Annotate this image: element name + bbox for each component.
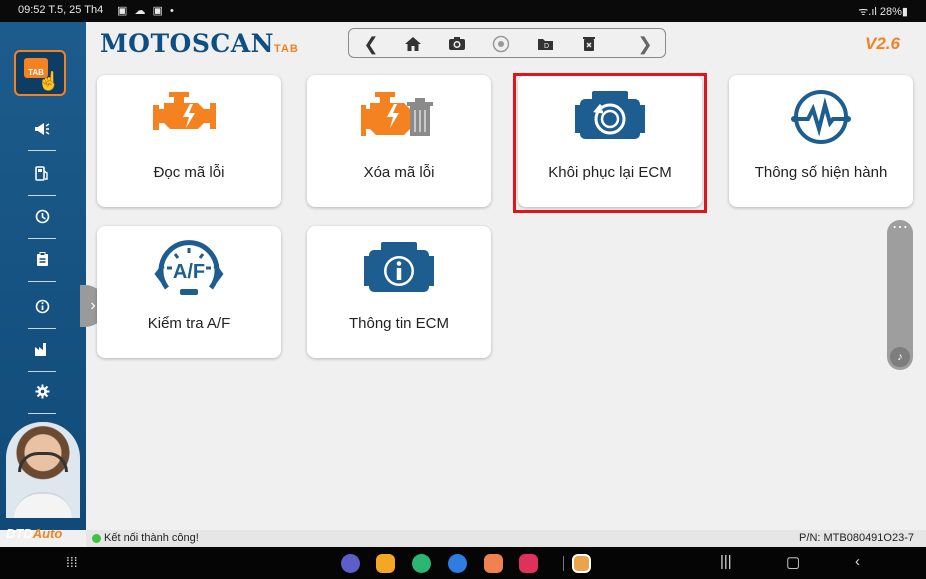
home-icon[interactable] (399, 31, 427, 57)
floating-panel-tab[interactable]: ⋯ ♪ (887, 220, 913, 370)
connection-message: Kết nối thành công! (104, 532, 199, 544)
engine-check-icon (150, 89, 228, 144)
sidebar-fuel-icon[interactable] (24, 164, 60, 196)
connection-status-bar: Kết nối thành công! P/N: MTB080491O23-7 (86, 530, 926, 547)
card-af-check[interactable]: A/F Kiểm tra A/F (97, 226, 281, 358)
camera-icon[interactable] (443, 31, 471, 57)
dtd-auto-logo: DTDAuto (6, 526, 62, 541)
status-time: 09:52 T.5, 25 Th4 (18, 4, 103, 16)
sidebar: TAB ☝ DTDAuto (0, 22, 86, 541)
battery-signal: ᯤ.ıl 28%▮ (858, 6, 908, 18)
support-agent-avatar[interactable] (6, 422, 80, 518)
motoscan-tab-logo[interactable]: TAB ☝ (14, 50, 66, 96)
ecm-info-icon (363, 240, 435, 301)
home-button-icon[interactable]: ▢ (786, 553, 800, 571)
app-drawer-icon[interactable]: ⁞⁞⁞ (66, 554, 78, 570)
card-live-data[interactable]: Thông số hiện hành (729, 75, 913, 207)
app-icon-contacts[interactable] (484, 554, 503, 573)
sidebar-gear-icon[interactable] (24, 382, 60, 414)
card-clear-fault-codes[interactable]: Xóa mã lỗi (307, 75, 491, 207)
engine-trash-icon (360, 89, 438, 144)
auto-logo-text: Auto (32, 526, 63, 541)
app-icon-motoscan[interactable] (572, 554, 591, 573)
app-icon-phone[interactable] (412, 554, 431, 573)
brand-name: MOTOSCAN (100, 29, 275, 58)
sidebar-factory-icon[interactable] (24, 340, 60, 372)
app-icon-1[interactable] (341, 554, 360, 573)
card-ecm-info[interactable]: Thông tin ECM (307, 226, 491, 358)
music-note-icon[interactable]: ♪ (890, 347, 910, 367)
part-number: P/N: MTB080491O23-7 (799, 532, 914, 544)
back-icon[interactable]: ❮ (357, 31, 385, 57)
delete-icon[interactable] (575, 31, 603, 57)
card-label: Thông tin ECM (348, 315, 450, 332)
forward-icon[interactable]: ❯ (631, 31, 659, 57)
af-text: A/F (173, 261, 205, 283)
nav-back-icon[interactable]: ‹ (855, 553, 860, 570)
card-label: Kiểm tra A/F (147, 315, 231, 332)
clock-date: T.5, 25 Th4 (48, 4, 104, 16)
hand-pointer-icon: ☝ (37, 71, 60, 91)
app-icon-messages[interactable] (448, 554, 467, 573)
card-label: Xóa mã lỗi (363, 164, 435, 181)
sidebar-history-icon[interactable] (24, 207, 60, 239)
clock-time: 09:52 (18, 4, 46, 16)
card-label: Đọc mã lỗi (153, 164, 225, 181)
brand-suffix: TAB (274, 43, 299, 55)
avatar-shirt (14, 492, 72, 518)
sidebar-megaphone-icon[interactable] (24, 119, 60, 151)
app-version: V2.6 (865, 34, 900, 53)
card-read-fault-codes[interactable]: Đọc mã lỗi (97, 75, 281, 207)
navigation-bar: ⁞⁞⁞ ||| ▢ ‹ (0, 547, 926, 579)
more-options-icon[interactable]: ⋯ (887, 220, 913, 242)
card-label: Thông số hiện hành (754, 164, 888, 181)
ecm-restore-icon (574, 89, 646, 146)
sidebar-clipboard-icon[interactable] (24, 250, 60, 282)
system-status-bar: 09:52 T.5, 25 Th4 ▣ ☁ ▣ • ᯤ.ıl 28%▮ (0, 0, 926, 22)
app-brand: MOTOSCANTAB (100, 29, 299, 58)
folder-icon[interactable]: D (531, 31, 559, 57)
sidebar-info-icon[interactable] (24, 297, 60, 329)
record-icon[interactable] (487, 31, 515, 57)
headset-icon (18, 452, 68, 472)
dtd-logo-text: DTD (6, 526, 33, 541)
notification-icons: ▣ ☁ ▣ • (117, 5, 176, 17)
status-dot-icon (92, 534, 101, 543)
dock-separator (563, 556, 564, 571)
af-gauge-icon: A/F (153, 240, 225, 305)
card-label: Khôi phục lại ECM (548, 164, 672, 181)
heartbeat-icon (790, 89, 852, 150)
svg-text:D: D (544, 43, 549, 50)
card-restore-ecm[interactable]: Khôi phục lại ECM (518, 75, 702, 207)
app-icon-folder[interactable] (376, 554, 395, 573)
app-icon-camera[interactable] (519, 554, 538, 573)
recent-apps-icon[interactable]: ||| (720, 553, 732, 570)
app-header: MOTOSCANTAB ❮ D ❯ V2.6 (86, 22, 926, 64)
toolbar: ❮ D ❯ (348, 28, 666, 58)
